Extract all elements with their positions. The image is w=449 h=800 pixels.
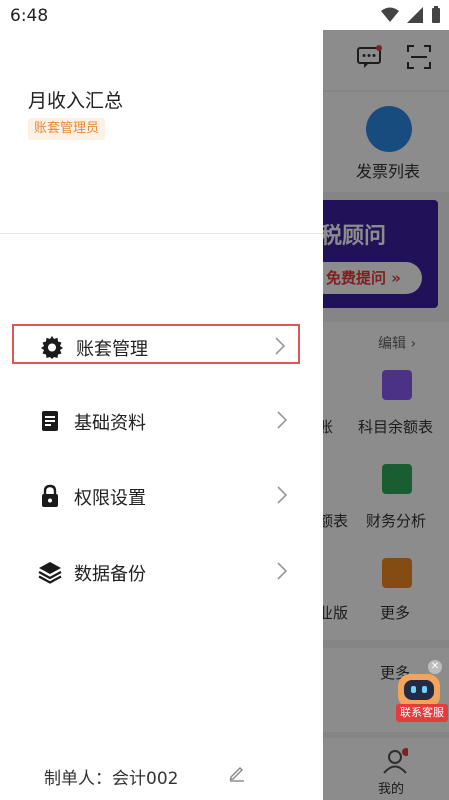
divider	[0, 233, 323, 234]
menu-item-account-management[interactable]: 账套管理	[12, 324, 300, 364]
menu-item-basic-data[interactable]: 基础资料	[12, 400, 300, 440]
menu-label: 基础资料	[74, 413, 146, 434]
status-icons	[381, 6, 441, 24]
close-icon[interactable]: ✕	[428, 660, 442, 674]
role-badge: 账套管理员	[28, 118, 106, 140]
edit-icon[interactable]	[228, 764, 246, 782]
signal-icon	[407, 7, 423, 23]
document-icon	[42, 411, 58, 431]
robot-eye-right	[422, 686, 427, 693]
chevron-right-icon	[275, 337, 286, 355]
menu-label: 账套管理	[76, 339, 148, 360]
robot-face	[404, 680, 434, 700]
maker-label: 制单人：会计002	[44, 769, 179, 789]
account-name: 月收入汇总	[28, 90, 124, 112]
lock-icon	[42, 484, 58, 507]
robot-eye-left	[411, 686, 416, 693]
status-bar: 6:48	[0, 0, 449, 30]
battery-icon	[432, 6, 440, 23]
layers-icon	[38, 562, 62, 584]
chevron-right-icon	[277, 411, 288, 429]
gear-icon	[41, 336, 63, 359]
menu-label: 数据备份	[74, 564, 146, 585]
chevron-right-icon	[277, 562, 288, 580]
menu-label: 权限设置	[74, 488, 146, 509]
menu-item-data-backup[interactable]: 数据备份	[12, 551, 300, 591]
support-label[interactable]: 联系客服	[396, 704, 448, 722]
menu-item-permissions[interactable]: 权限设置	[12, 475, 300, 515]
side-drawer: 月收入汇总 账套管理员 账套管理 基础资料 权限设置 数据备份 制单人：会计00…	[0, 30, 323, 800]
wifi-icon	[381, 7, 399, 22]
status-time: 6:48	[10, 6, 49, 26]
chevron-right-icon	[277, 486, 288, 504]
